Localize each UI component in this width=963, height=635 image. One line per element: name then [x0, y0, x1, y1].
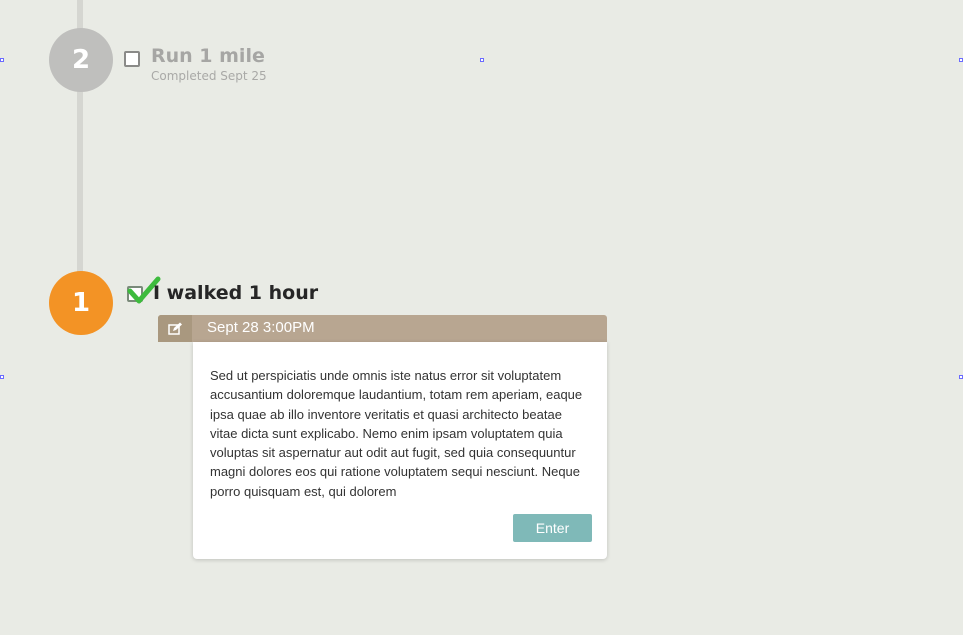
- journal-entry-card: Sept 28 3:00PM Sed ut perspiciatis unde …: [158, 315, 607, 559]
- step-number-badge: 2: [49, 28, 113, 92]
- edit-button[interactable]: [158, 315, 192, 342]
- selection-handle[interactable]: [959, 58, 963, 62]
- selection-handle[interactable]: [0, 375, 4, 379]
- entry-header: Sept 28 3:00PM: [158, 315, 607, 342]
- task-completed-date: Completed Sept 25: [151, 69, 267, 83]
- entry-body: Sed ut perspiciatis unde omnis iste natu…: [193, 342, 607, 559]
- edit-icon: [167, 322, 182, 335]
- task-title: Run 1 mile: [151, 45, 265, 67]
- step-number-badge: 1: [49, 271, 113, 335]
- task-checkbox[interactable]: [124, 51, 140, 67]
- task-title: I walked 1 hour: [153, 282, 319, 304]
- entry-textarea[interactable]: Sed ut perspiciatis unde omnis iste natu…: [210, 366, 590, 500]
- enter-button[interactable]: Enter: [513, 514, 592, 542]
- selection-handle[interactable]: [480, 58, 484, 62]
- step-number: 1: [71, 288, 91, 318]
- entry-date: Sept 28 3:00PM: [207, 319, 315, 336]
- selection-handle[interactable]: [959, 375, 963, 379]
- step-number: 2: [71, 45, 91, 75]
- selection-handle[interactable]: [0, 58, 4, 62]
